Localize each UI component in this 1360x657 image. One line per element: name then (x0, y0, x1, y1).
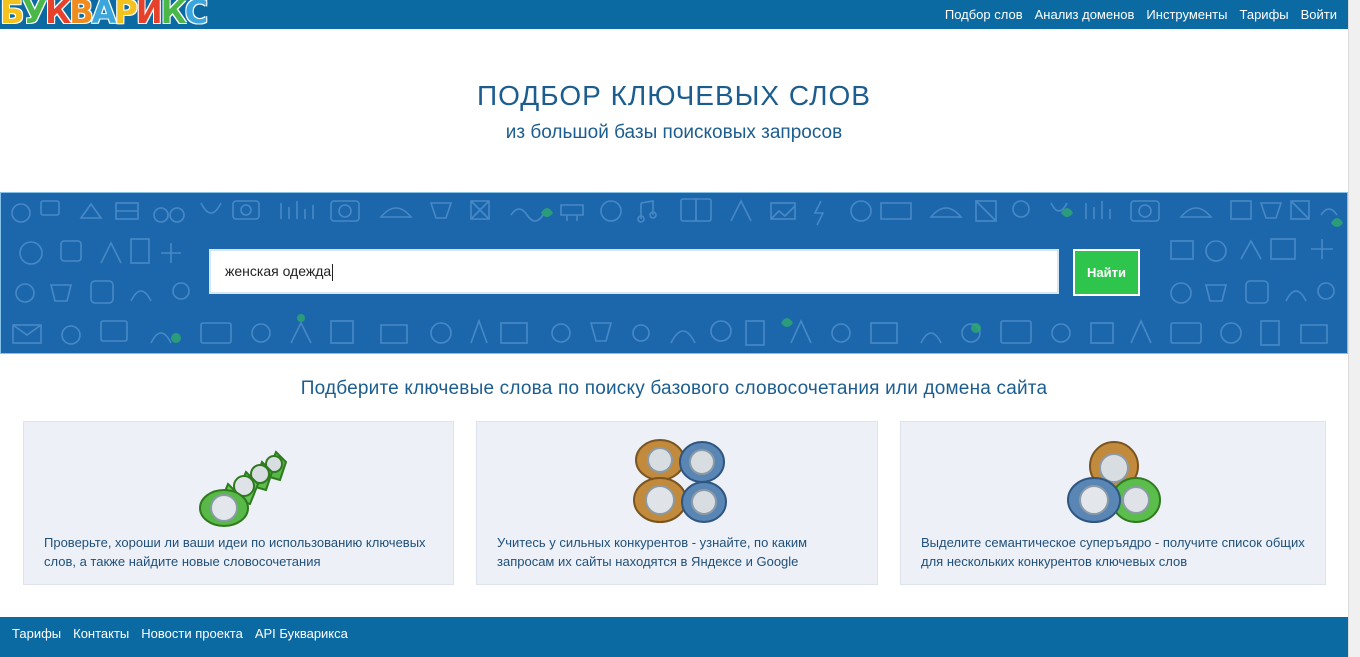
logo-letter: Б (0, 0, 24, 31)
bukvariks-logo[interactable]: БУКВАРИКС (0, 0, 209, 31)
green-tags-icon (199, 450, 288, 527)
logo-letter: Р (114, 0, 137, 31)
card-text: Выделите семантическое суперъядро - полу… (921, 535, 1305, 569)
logo-letter: А (91, 0, 117, 31)
nav-keyword-selection[interactable]: Подбор слов (945, 7, 1023, 22)
page-subtitle: из большой базы поисковых запросов (505, 122, 843, 143)
nav-domain-analysis[interactable]: Анализ доменов (1035, 7, 1135, 22)
logo-letter: У (22, 0, 47, 31)
scrollbar[interactable] (1348, 0, 1360, 657)
feature-card-semantic-core: Выделите семантическое суперъядро - полу… (900, 421, 1326, 585)
footer-link-contacts[interactable]: Контакты (73, 626, 129, 641)
logo-letter: В (69, 0, 93, 31)
footer-link-pricing[interactable]: Тарифы (12, 626, 61, 641)
search-input-value: женская одежда (225, 263, 332, 279)
competitor-tags-icon (633, 439, 727, 523)
keyword-search-input[interactable]: женская одежда (209, 249, 1059, 294)
card-text: Проверьте, хороши ли ваши идеи по исполь… (44, 535, 426, 569)
semantic-core-icon (1067, 441, 1161, 523)
logo-letter: И (135, 0, 163, 31)
nav-pricing[interactable]: Тарифы (1239, 7, 1288, 22)
footer-link-api[interactable]: API Букварикса (255, 626, 348, 641)
nav-login[interactable]: Войти (1301, 7, 1337, 22)
footer-link-news[interactable]: Новости проекта (141, 626, 243, 641)
section-tagline: Подберите ключевые слова по поиску базов… (300, 378, 1048, 399)
feature-card-check-ideas: Проверьте, хороши ли ваши идеи по исполь… (23, 421, 454, 585)
card-text: Учитесь у сильных конкурентов - узнайте,… (497, 535, 808, 569)
logo-letter: К (160, 0, 187, 31)
footer-links: Тарифы Контакты Новости проекта API Букв… (12, 626, 348, 641)
logo-letter: К (45, 0, 71, 31)
page-title: ПОДБОР КЛЮЧЕВЫХ СЛОВ (477, 80, 871, 111)
logo-letter: С (184, 0, 209, 31)
top-navigation-bar: БУКВАРИКС Подбор слов Анализ доменов Инс… (0, 0, 1348, 31)
footer: Тарифы Контакты Новости проекта API Букв… (0, 617, 1348, 657)
feature-card-competitors: Учитесь у сильных конкурентов - узнайте,… (476, 421, 878, 585)
text-caret (332, 263, 334, 281)
nav-tools[interactable]: Инструменты (1146, 7, 1227, 22)
main-nav: Подбор слов Анализ доменов Инструменты Т… (945, 0, 1337, 29)
find-button[interactable]: Найти (1073, 249, 1140, 296)
